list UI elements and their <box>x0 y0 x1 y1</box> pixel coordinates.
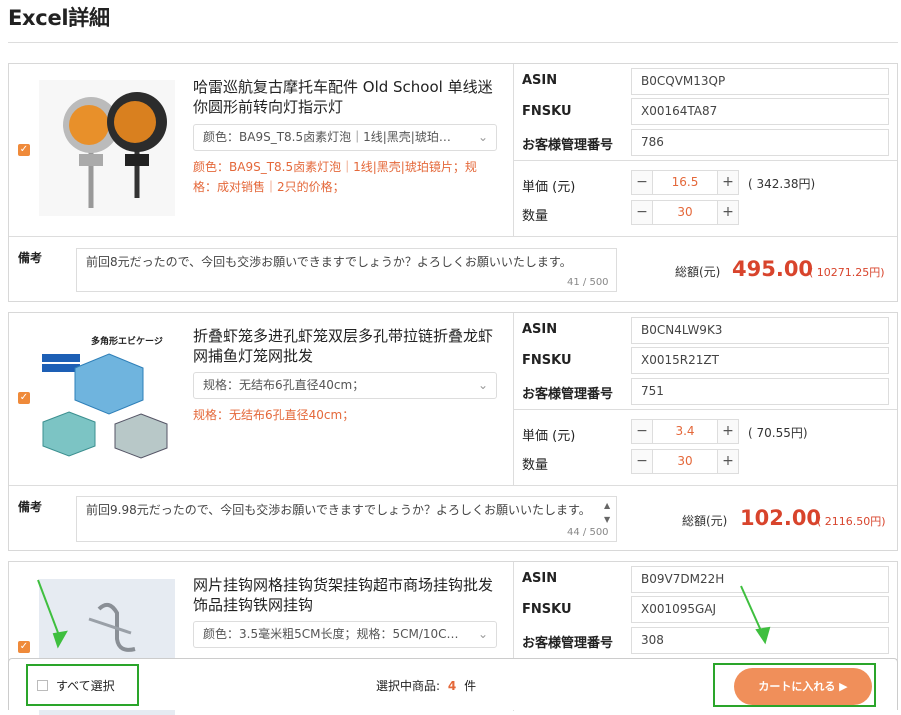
annotation-arrows <box>37 579 771 649</box>
